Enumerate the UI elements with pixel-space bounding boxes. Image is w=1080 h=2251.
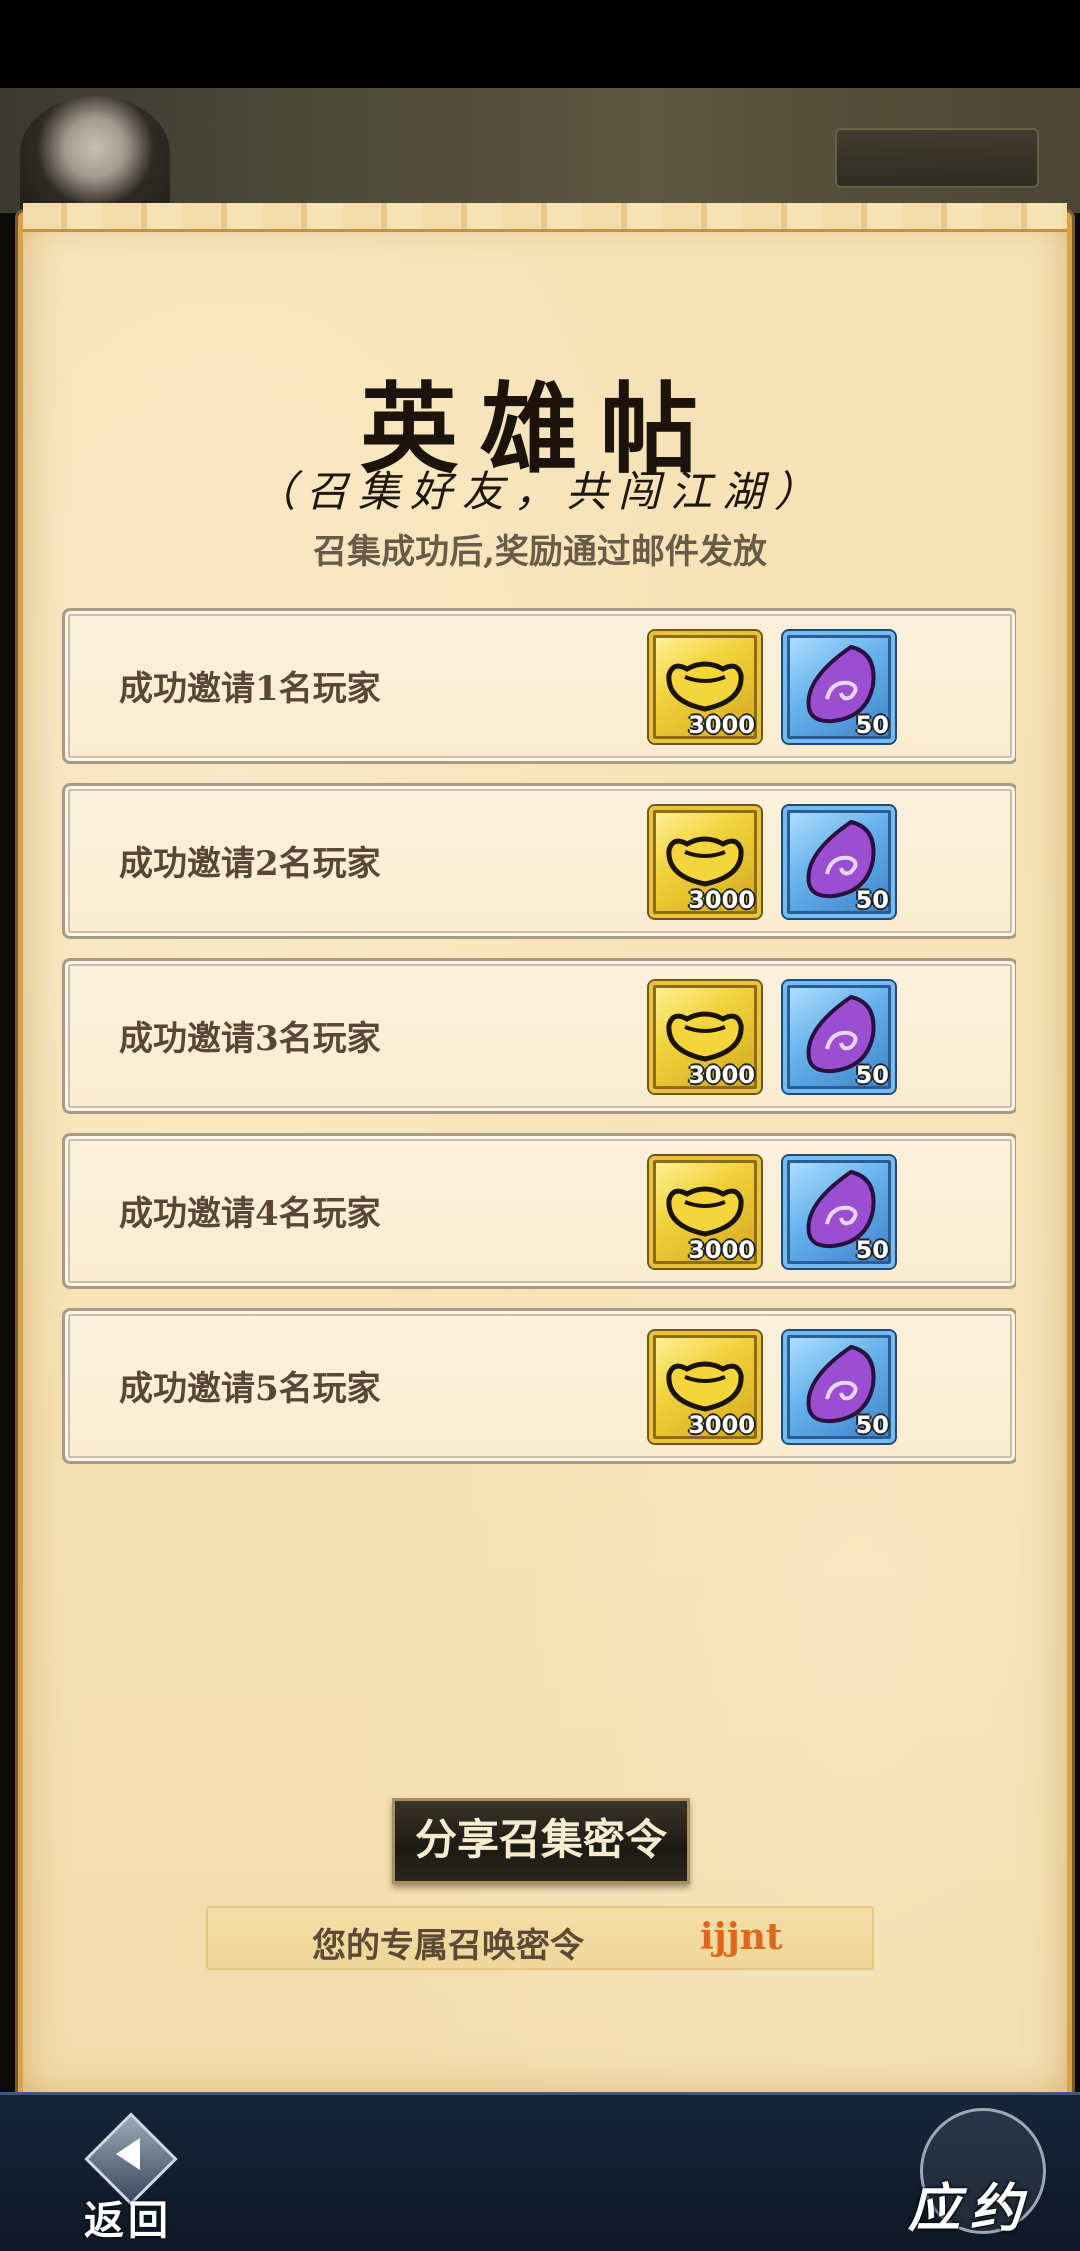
gold-quantity: 3000 [688, 711, 755, 739]
background-button [835, 128, 1039, 188]
gold-quantity: 3000 [688, 1236, 755, 1264]
reward-row-label: 成功邀请5名玩家 [119, 1369, 381, 1409]
reward-row: 成功邀请3名玩家 3000 50 [62, 958, 1016, 1114]
purple-stone-icon[interactable]: 50 [783, 806, 895, 918]
gold-quantity: 3000 [688, 1061, 755, 1089]
share-summon-code-button[interactable]: 分享召集密令 [392, 1798, 690, 1884]
reward-row: 成功邀请5名玩家 3000 50 [62, 1308, 1016, 1464]
back-button[interactable]: 返回 [60, 2112, 200, 2244]
gold-ingot-icon[interactable]: 3000 [649, 806, 761, 918]
purple-stone-icon[interactable]: 50 [783, 1331, 895, 1443]
accept-invite-button[interactable]: 应约 [900, 2108, 1070, 2242]
page-subtitle: （召集好友，共闯江湖） [253, 467, 826, 516]
purple-stone-icon[interactable]: 50 [783, 1156, 895, 1268]
reward-row-label: 成功邀请4名玩家 [119, 1194, 381, 1234]
stone-quantity: 50 [855, 711, 889, 739]
reward-row: 成功邀请4名玩家 3000 50 [62, 1133, 1016, 1289]
reward-row-label: 成功邀请1名玩家 [119, 669, 381, 709]
scroll-torn-edge [23, 203, 1067, 232]
reward-note: 召集成功后,奖励通过邮件发放 [313, 532, 767, 572]
reward-list[interactable]: 成功邀请1名玩家 3000 50 成功邀请2名玩家 3000 50 成功邀请3名… [62, 608, 1016, 1478]
reward-row-label: 成功邀请2名玩家 [119, 844, 381, 884]
gold-quantity: 3000 [688, 886, 755, 914]
stone-quantity: 50 [855, 1061, 889, 1089]
back-label: 返回 [84, 2197, 172, 2244]
stone-quantity: 50 [855, 886, 889, 914]
stone-quantity: 50 [855, 1411, 889, 1439]
reward-row: 成功邀请2名玩家 3000 50 [62, 783, 1016, 939]
purple-stone-icon[interactable]: 50 [783, 981, 895, 1093]
summon-code-value[interactable]: ijjnt [700, 1916, 783, 1958]
gold-ingot-icon[interactable]: 3000 [649, 1156, 761, 1268]
gold-ingot-icon[interactable]: 3000 [649, 981, 761, 1093]
status-bar [0, 0, 1080, 88]
stone-quantity: 50 [855, 1236, 889, 1264]
gold-ingot-icon[interactable]: 3000 [649, 1331, 761, 1443]
summon-code-bar: 您的专属召唤密令 ijjnt [206, 1906, 874, 1970]
gold-ingot-icon[interactable]: 3000 [649, 631, 761, 743]
accept-invite-label: 应约 [908, 2178, 1033, 2239]
purple-stone-icon[interactable]: 50 [783, 631, 895, 743]
reward-row-label: 成功邀请3名玩家 [119, 1019, 381, 1059]
reward-row: 成功邀请1名玩家 3000 50 [62, 608, 1016, 764]
player-avatar [20, 96, 170, 211]
summon-code-label: 您的专属召唤密令 [312, 1926, 584, 1966]
back-arrow-glyph [116, 2138, 140, 2170]
background-game-strip [0, 88, 1080, 213]
gold-quantity: 3000 [688, 1411, 755, 1439]
